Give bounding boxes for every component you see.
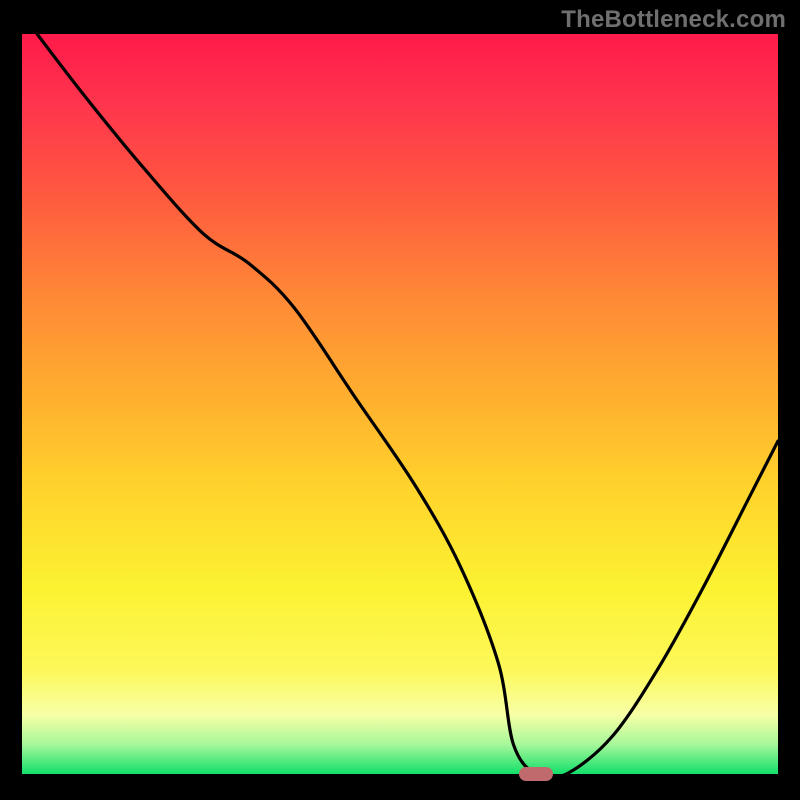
curve-svg: [22, 34, 778, 774]
watermark-text: TheBottleneck.com: [561, 6, 786, 34]
curve-path: [37, 34, 778, 774]
bottleneck-marker: [519, 767, 553, 781]
plot-area: [22, 34, 778, 774]
stage: TheBottleneck.com: [0, 0, 800, 800]
